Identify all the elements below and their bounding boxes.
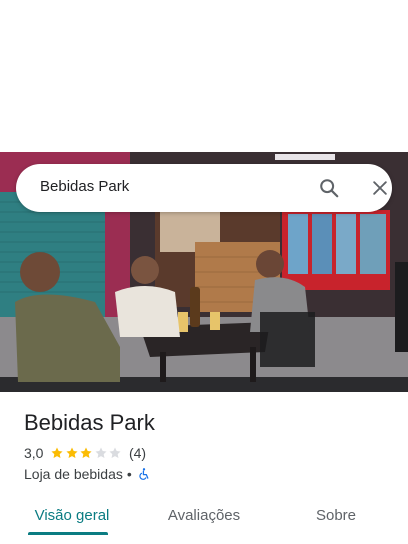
tab-overview[interactable]: Visão geral <box>24 494 120 536</box>
tab-about[interactable]: Sobre <box>300 494 372 536</box>
search-icon[interactable] <box>318 177 340 199</box>
star-empty-icon <box>109 447 122 459</box>
search-bar[interactable]: Bebidas Park <box>16 164 392 212</box>
rating-stars <box>50 446 123 460</box>
active-tab-indicator <box>28 532 108 535</box>
star-filled-icon <box>80 447 93 459</box>
tab-bar: Visão geral Avaliações Sobre <box>0 494 408 536</box>
star-empty-icon <box>95 447 107 459</box>
rating-row[interactable]: 3,0 (4) <box>24 445 146 461</box>
tab-reviews[interactable]: Avaliações <box>156 494 252 536</box>
close-icon[interactable] <box>370 178 390 198</box>
star-filled-icon <box>66 447 78 459</box>
blank-area <box>0 0 408 152</box>
rating-value: 3,0 <box>24 445 44 461</box>
separator-dot: • <box>126 466 132 482</box>
wheelchair-icon <box>139 468 149 480</box>
place-category: Loja de bebidas <box>24 466 123 482</box>
search-input[interactable]: Bebidas Park <box>40 178 129 195</box>
place-title: Bebidas Park <box>24 410 155 435</box>
category-row: Loja de bebidas • <box>24 465 151 483</box>
star-filled-icon <box>51 447 64 459</box>
review-count[interactable]: (4) <box>129 445 146 461</box>
